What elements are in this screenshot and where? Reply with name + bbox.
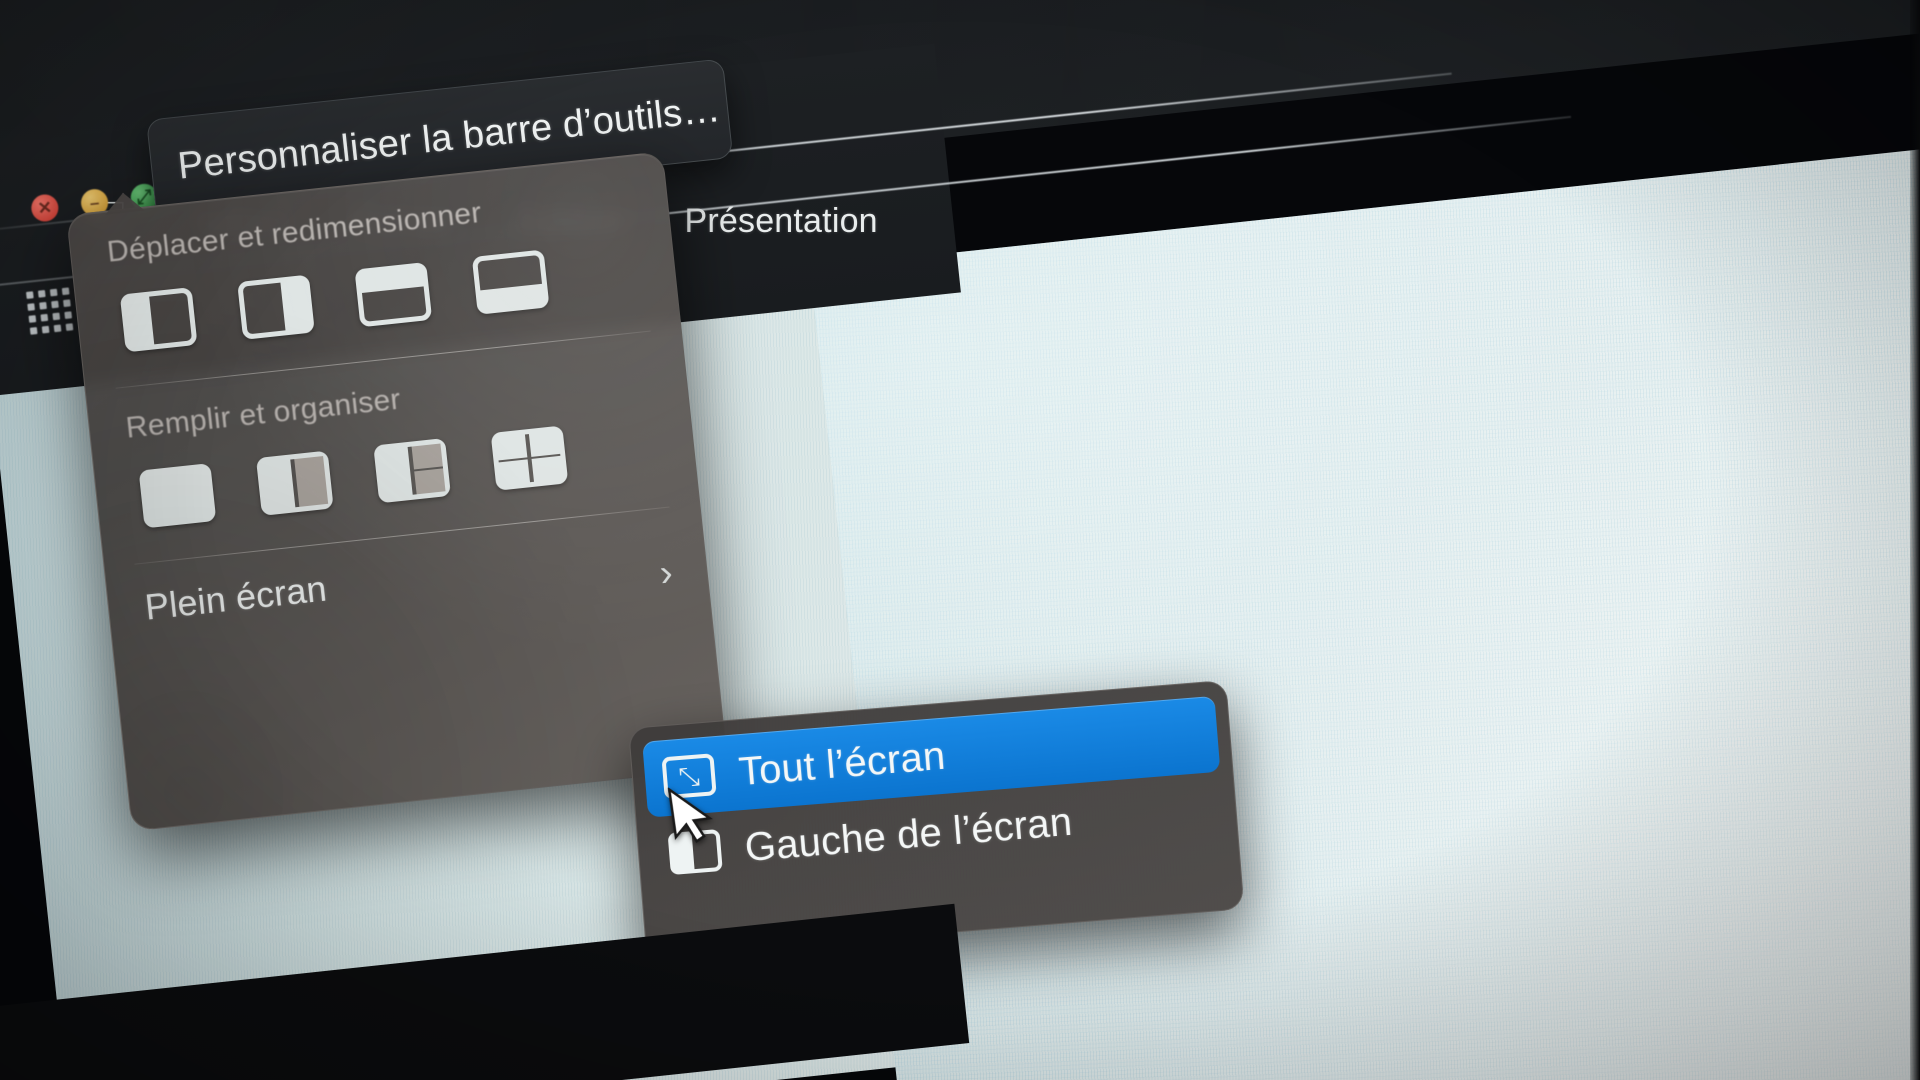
menu-item-fullscreen[interactable]: Plein écran ›	[105, 504, 707, 632]
app-grid-icon[interactable]	[26, 287, 74, 335]
desktop-background-bright	[810, 129, 1920, 1080]
submenu-item-label: Gauche de l’écran	[743, 799, 1074, 870]
close-icon: ✕	[36, 197, 53, 218]
submenu-item-label: Tout l’écran	[737, 733, 947, 794]
tile-right-half-button[interactable]	[237, 274, 315, 340]
chevron-right-icon: ›	[657, 551, 675, 595]
tile-four-panes-button[interactable]	[490, 425, 569, 491]
fullscreen-label: Plein écran	[142, 567, 329, 628]
tile-two-panes-button[interactable]	[255, 450, 334, 516]
screenshot-root:  Safari Fichier Édition Présentation ✕ …	[0, 0, 1920, 1080]
tile-fill-button[interactable]	[138, 463, 217, 529]
tile-top-half-button[interactable]	[354, 262, 433, 328]
tile-left-half-button[interactable]	[119, 287, 198, 353]
screen-right-bezel	[1910, 0, 1920, 1080]
tile-three-panes-button[interactable]	[373, 438, 452, 504]
window-tiling-popover: Déplacer et redimensionner Remplir et or…	[66, 151, 729, 832]
close-button[interactable]: ✕	[30, 193, 60, 223]
menu-item-presentation[interactable]: Présentation	[684, 202, 877, 241]
tile-bottom-half-button[interactable]	[471, 249, 550, 315]
